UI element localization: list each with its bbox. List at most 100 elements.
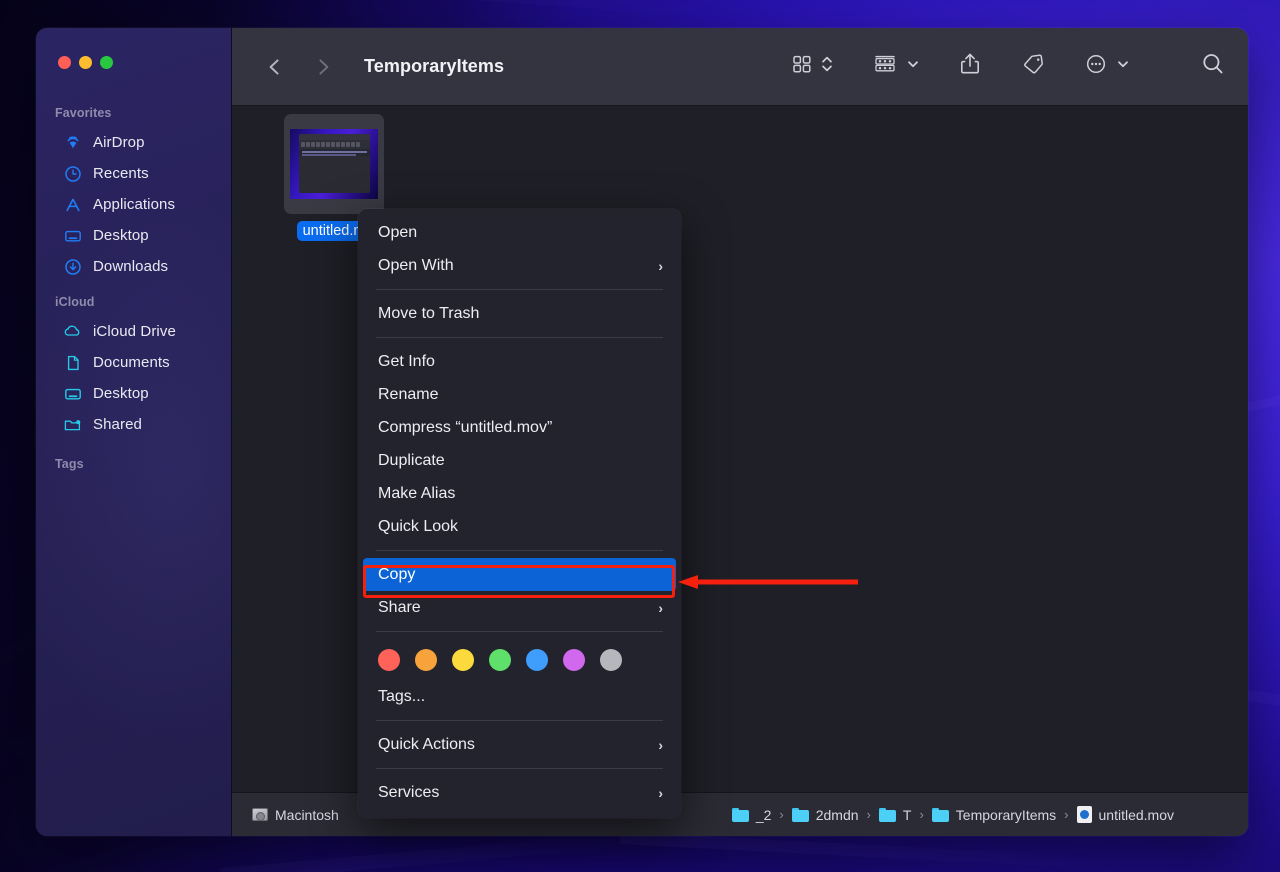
- view-switcher[interactable]: [790, 52, 834, 81]
- sidebar: Favorites AirDrop Recents Applications D…: [36, 28, 232, 836]
- sidebar-section-header: Tags: [55, 457, 84, 471]
- chevron-right-icon: ›: [658, 599, 663, 616]
- menu-item-label: Rename: [378, 385, 439, 403]
- breadcrumb-_2[interactable]: _2: [731, 806, 772, 823]
- desktop-icon: [63, 384, 82, 403]
- menu-item-quick-actions[interactable]: Quick Actions ›: [358, 728, 681, 761]
- menu-item-move-to-trash[interactable]: Move to Trash: [358, 297, 681, 330]
- menu-separator: [376, 720, 663, 721]
- tag-color-blue[interactable]: [526, 649, 548, 671]
- menu-item-services[interactable]: Services ›: [358, 776, 681, 809]
- breadcrumb-temporaryitems[interactable]: TemporaryItems: [931, 807, 1056, 823]
- menu-item-label: Copy: [378, 565, 416, 583]
- sidebar-item-label: Downloads: [93, 258, 169, 275]
- zoom-button[interactable]: [100, 56, 113, 69]
- menu-item-label: Get Info: [378, 352, 435, 370]
- minimize-button[interactable]: [79, 56, 92, 69]
- close-button[interactable]: [58, 56, 71, 69]
- breadcrumb-2dmdn[interactable]: 2dmdn: [791, 807, 859, 823]
- tag-color-gray[interactable]: [600, 649, 622, 671]
- chevron-up-down-icon[interactable]: [820, 53, 834, 80]
- sidebar-item-label: Desktop: [93, 227, 149, 244]
- breadcrumb-label: Macintosh: [275, 806, 339, 823]
- sidebar-item-recents[interactable]: Recents: [44, 159, 223, 188]
- downloads-icon: [63, 257, 82, 276]
- sidebar-item-airdrop[interactable]: AirDrop: [44, 128, 223, 157]
- sidebar-item-desktop[interactable]: Desktop: [44, 221, 223, 250]
- breadcrumb-untitled-mov[interactable]: untitled.mov: [1076, 806, 1174, 823]
- breadcrumb-label: T: [902, 806, 912, 823]
- shared-folder-icon: [63, 415, 82, 434]
- sidebar-item-label: Applications: [93, 196, 176, 213]
- sidebar-item-label: AirDrop: [93, 134, 145, 151]
- airdrop-icon: [63, 133, 82, 152]
- sidebar-item-label: Recents: [93, 165, 149, 182]
- movie-thumbnail[interactable]: [284, 114, 384, 214]
- tag-color-swatches[interactable]: [358, 639, 681, 680]
- menu-item-duplicate[interactable]: Duplicate: [358, 444, 681, 477]
- sidebar-item-label: Documents: [93, 354, 170, 371]
- search-button[interactable]: [1200, 51, 1226, 82]
- sidebar-item-desktop-icloud[interactable]: Desktop: [44, 379, 223, 408]
- more-options-button[interactable]: [1084, 52, 1130, 81]
- folder-icon: [791, 807, 809, 822]
- menu-item-open[interactable]: Open: [358, 216, 681, 249]
- menu-item-compress[interactable]: Compress “untitled.mov”: [358, 411, 681, 444]
- forward-button[interactable]: [310, 54, 336, 80]
- menu-item-get-info[interactable]: Get Info: [358, 345, 681, 378]
- back-button[interactable]: [262, 54, 288, 80]
- tag-color-red[interactable]: [378, 649, 400, 671]
- context-menu[interactable]: Open Open With › Move to Trash Get Info …: [358, 209, 681, 818]
- search-icon[interactable]: [1200, 51, 1226, 82]
- share-button[interactable]: [958, 51, 982, 82]
- menu-item-label: Move to Trash: [378, 304, 480, 322]
- sidebar-section-favorites: Favorites AirDrop Recents Applications D…: [36, 94, 231, 281]
- menu-item-rename[interactable]: Rename: [358, 378, 681, 411]
- breadcrumb-separator: ›: [1064, 807, 1069, 822]
- group-by-button[interactable]: [872, 52, 920, 81]
- tag-color-purple[interactable]: [563, 649, 585, 671]
- menu-item-copy[interactable]: Copy: [363, 558, 676, 591]
- menu-item-label: Services: [378, 783, 440, 801]
- cloud-icon: [63, 322, 82, 341]
- chevron-down-icon[interactable]: [1116, 57, 1130, 76]
- menu-item-tags[interactable]: Tags...: [358, 680, 681, 713]
- menu-item-label: Quick Actions: [378, 735, 475, 753]
- menu-item-quick-look[interactable]: Quick Look: [358, 510, 681, 543]
- tag-icon[interactable]: [1020, 52, 1046, 81]
- toolbar: TemporaryItems: [232, 28, 1248, 106]
- tag-color-yellow[interactable]: [452, 649, 474, 671]
- sidebar-item-applications[interactable]: Applications: [44, 190, 223, 219]
- share-icon[interactable]: [958, 51, 982, 82]
- sidebar-item-label: Desktop: [93, 385, 149, 402]
- menu-item-share[interactable]: Share ›: [358, 591, 681, 624]
- tag-color-orange[interactable]: [415, 649, 437, 671]
- breadcrumb-t[interactable]: T: [878, 806, 912, 823]
- menu-item-label: Open With: [378, 256, 454, 274]
- breadcrumb-macintosh[interactable]: Macintosh: [252, 807, 339, 823]
- breadcrumb-separator: ›: [779, 807, 784, 822]
- group-by-icon[interactable]: [872, 52, 898, 81]
- sidebar-item-icloud-drive[interactable]: iCloud Drive: [44, 317, 223, 346]
- ellipsis-circle-icon[interactable]: [1084, 52, 1108, 81]
- clock-icon: [63, 164, 82, 183]
- menu-item-open-with[interactable]: Open With ›: [358, 249, 681, 282]
- tag-button[interactable]: [1020, 52, 1046, 81]
- sidebar-item-documents[interactable]: Documents: [44, 348, 223, 377]
- sidebar-item-shared[interactable]: Shared: [44, 410, 223, 439]
- sidebar-item-downloads[interactable]: Downloads: [44, 252, 223, 281]
- folder-icon: [931, 807, 949, 822]
- menu-item-make-alias[interactable]: Make Alias: [358, 477, 681, 510]
- menu-item-label: Compress “untitled.mov”: [378, 418, 553, 436]
- menu-item-label: Duplicate: [378, 451, 445, 469]
- chevron-down-icon[interactable]: [906, 57, 920, 76]
- menu-separator: [376, 337, 663, 338]
- tag-color-green[interactable]: [489, 649, 511, 671]
- sidebar-section-header: iCloud: [55, 295, 95, 309]
- breadcrumb-label: _2: [755, 806, 772, 823]
- grid-view-icon[interactable]: [790, 52, 814, 81]
- hard-drive-icon: [252, 808, 268, 821]
- breadcrumb-separator: ›: [866, 807, 871, 822]
- movie-file-icon: [1076, 806, 1092, 823]
- navigation-buttons: [248, 54, 336, 80]
